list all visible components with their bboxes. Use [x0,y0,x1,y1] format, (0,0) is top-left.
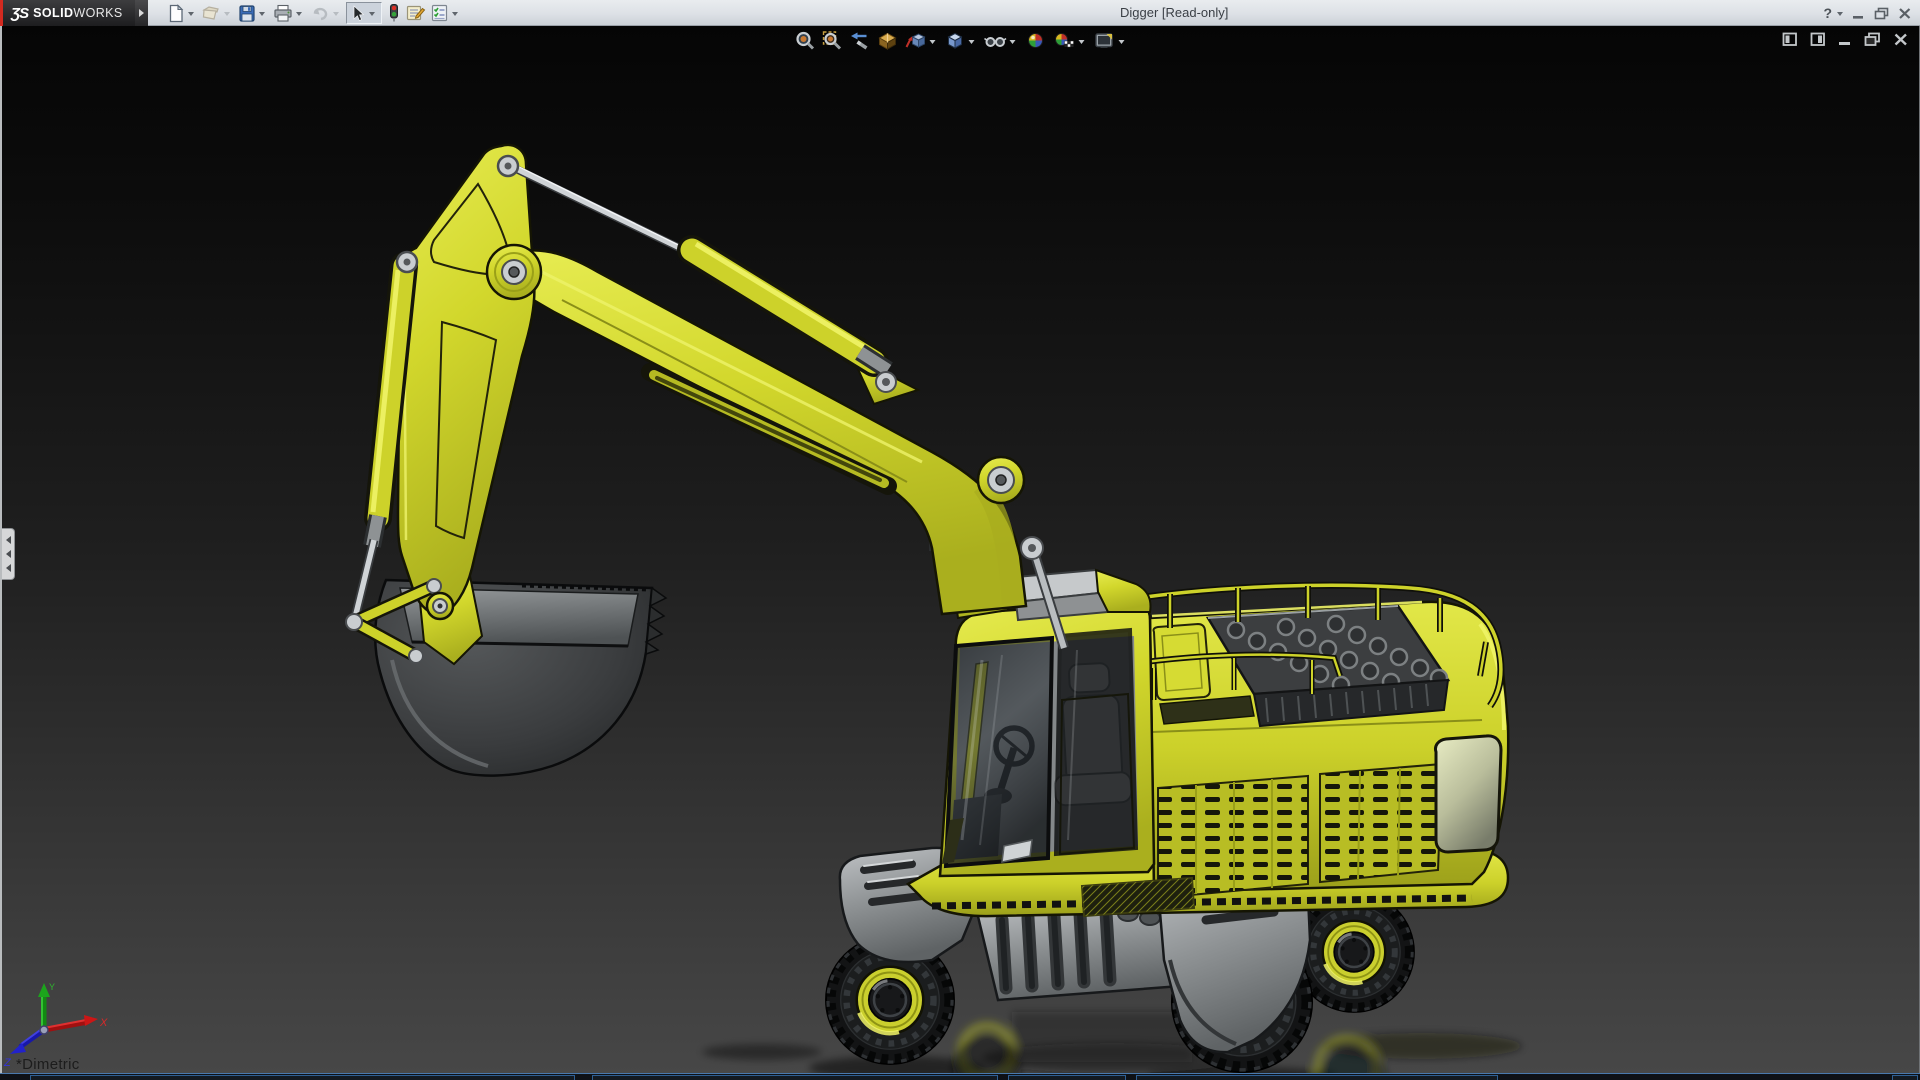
solidworks-logo-glyph: ƷS [11,4,29,22]
brand-works: WORKS [73,6,123,20]
document-window-controls [1782,32,1909,47]
new-document-button[interactable] [166,1,199,25]
open-document-button[interactable] [201,1,235,25]
zoom-to-area-button[interactable] [819,29,844,52]
view-settings-dropdown[interactable] [1118,39,1124,44]
undo-arrow-icon [313,7,328,20]
taskbar-sliver [0,1073,1920,1080]
taskbar-button-edge [592,1075,998,1080]
taskbar-button-edge [1892,1075,1918,1080]
collapse-arrow-icon [5,550,11,558]
printer-icon [274,4,292,22]
document-minimize-button[interactable] [1838,32,1852,47]
view-orientation-button[interactable] [902,29,940,52]
display-style-icon [946,32,963,49]
zoom-to-fit-button[interactable] [792,29,817,52]
display-style-button[interactable] [942,29,979,52]
apply-scene-button[interactable] [1050,29,1089,52]
eyeglasses-icon [983,37,1006,47]
featuremanager-collapsed-tab[interactable] [2,528,15,580]
help-dropdown[interactable] [1837,12,1843,16]
print-dropdown[interactable] [296,12,302,16]
rebuild-button[interactable] [386,1,402,25]
previous-view-icon [850,32,867,50]
minimize-button[interactable] [1852,7,1865,20]
brand-solid: SOLID [33,6,74,20]
restore-button[interactable] [1874,7,1889,20]
expander-arrow-icon [139,9,144,17]
elbow-joint [485,243,543,301]
file-properties-button[interactable] [404,1,427,25]
new-document-icon [169,3,184,22]
app-window-controls: ? [1823,0,1912,26]
options-button[interactable] [429,1,463,25]
view-orientation-dropdown[interactable] [929,39,935,44]
document-close-button[interactable] [1893,32,1909,47]
options-checklist-icon [431,4,448,22]
excavator-3d-model [345,143,1522,1073]
taskbar-button-edge [30,1075,575,1080]
bucket-cylinder [349,252,418,624]
zoom-to-fit-icon [795,31,814,50]
bucket-pin [425,591,455,621]
save-floppy-icon [239,4,255,22]
triad-y-label: Y [49,982,55,992]
view-orientation-label: *Dimetric [16,1056,80,1073]
undo-dropdown[interactable] [333,12,339,16]
collapse-arrow-icon [5,564,11,572]
window-title: Digger [Read-only] [1120,5,1229,20]
headsup-view-toolbar [791,29,1130,52]
select-dropdown[interactable] [369,12,375,16]
side-grille-right [1319,762,1444,884]
taskbar-button-edge [1008,1075,1126,1080]
feature-pane-left-button[interactable] [1782,32,1798,47]
display-style-dropdown[interactable] [968,39,974,44]
solidworks-logo: ƷS SOLID WORKS [3,0,135,26]
collapse-arrow-icon [5,536,11,544]
select-cursor-icon [353,4,365,21]
taskbar-button-edge [1136,1075,1498,1080]
feature-pane-right-button[interactable] [1810,32,1826,47]
hide-show-items-button[interactable] [981,29,1020,52]
checkered-flag [1063,40,1074,48]
previous-view-button[interactable] [846,29,872,52]
traffic-light-icon [390,4,398,22]
print-button[interactable] [272,1,307,25]
bucket [373,574,668,777]
stick [396,143,536,616]
view-orientation-icon [905,33,926,48]
titlebar: ƷS SOLID WORKS Digger [Read-only] ? [0,0,1920,26]
open-document-dropdown[interactable] [224,12,230,16]
document-restore-button[interactable] [1864,32,1881,47]
triad-z-label: Z [3,1057,12,1069]
apply-scene-dropdown[interactable] [1078,39,1084,44]
rear-window [1434,734,1503,854]
triad-x-label: X [99,1017,108,1029]
view-settings-button[interactable] [1091,29,1129,52]
new-document-dropdown[interactable] [188,12,194,16]
select-tool-button[interactable] [346,2,382,24]
graphics-viewport[interactable]: Y X Z *Dimetric [0,26,1920,1073]
open-folder-icon [202,5,219,20]
appearance-sphere-icon [1027,33,1043,48]
close-button[interactable] [1898,7,1912,20]
edit-appearance-button[interactable] [1022,29,1048,52]
options-dropdown[interactable] [452,12,458,16]
apply-scene-icon [1054,33,1074,48]
help-button[interactable]: ? [1823,5,1832,21]
solidworks-app: ƷS SOLID WORKS Digger [Read-only] ? Y X … [0,0,1920,1080]
section-view-icon [877,32,897,50]
save-dropdown[interactable] [259,12,265,16]
save-button[interactable] [237,1,270,25]
undo-button[interactable] [309,1,344,25]
file-properties-icon [406,5,426,21]
menu-expander-button[interactable] [135,0,148,26]
section-view-button[interactable] [874,29,900,52]
hide-show-items-dropdown[interactable] [1009,39,1015,44]
standard-toolbar [166,0,465,26]
view-settings-icon [1094,33,1113,48]
zoom-to-area-icon [822,31,841,50]
floor-reflection [702,1012,1522,1073]
